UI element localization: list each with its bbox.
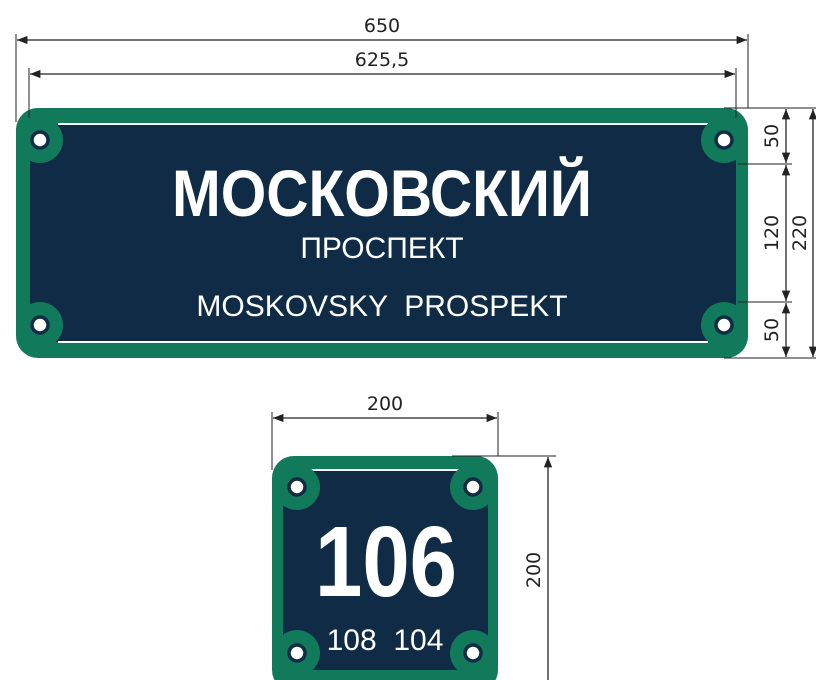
drawing-canvas: МОСКОВСКИЙ ПРОСПЕКТ MOSKOVSKY PROSPEKT 6… [15, 15, 816, 680]
dimension-inner-width: 625,5 [355, 49, 409, 71]
dimension-house-height: 200 [523, 552, 545, 588]
mounting-hole-icon [450, 464, 496, 510]
dimension-bottom-band: 50 [761, 318, 783, 342]
mounting-hole-icon [274, 630, 320, 676]
dimension-top-band: 50 [761, 124, 783, 148]
mounting-hole-icon [17, 117, 63, 163]
dimension-middle-band: 120 [761, 215, 783, 251]
street-name-cyrillic: МОСКОВСКИЙ [172, 155, 592, 230]
house-number-sign: 106 108 104 [272, 456, 498, 680]
mounting-hole-icon [450, 630, 496, 676]
adjacent-house-numbers: 108 104 [327, 624, 444, 657]
mounting-hole-icon [701, 302, 747, 348]
dimension-house-width: 200 [367, 393, 403, 415]
street-name-latin: MOSKOVSKY PROSPEKT [196, 290, 567, 323]
house-number: 106 [315, 506, 457, 618]
dimension-total-width: 650 [364, 15, 400, 37]
street-sign: МОСКОВСКИЙ ПРОСПЕКТ MOSKOVSKY PROSPEKT [16, 108, 748, 358]
dimension-total-height: 220 [789, 215, 811, 251]
mounting-hole-icon [701, 117, 747, 163]
mounting-hole-icon [274, 464, 320, 510]
street-type-cyrillic: ПРОСПЕКТ [300, 232, 463, 265]
mounting-hole-icon [17, 302, 63, 348]
